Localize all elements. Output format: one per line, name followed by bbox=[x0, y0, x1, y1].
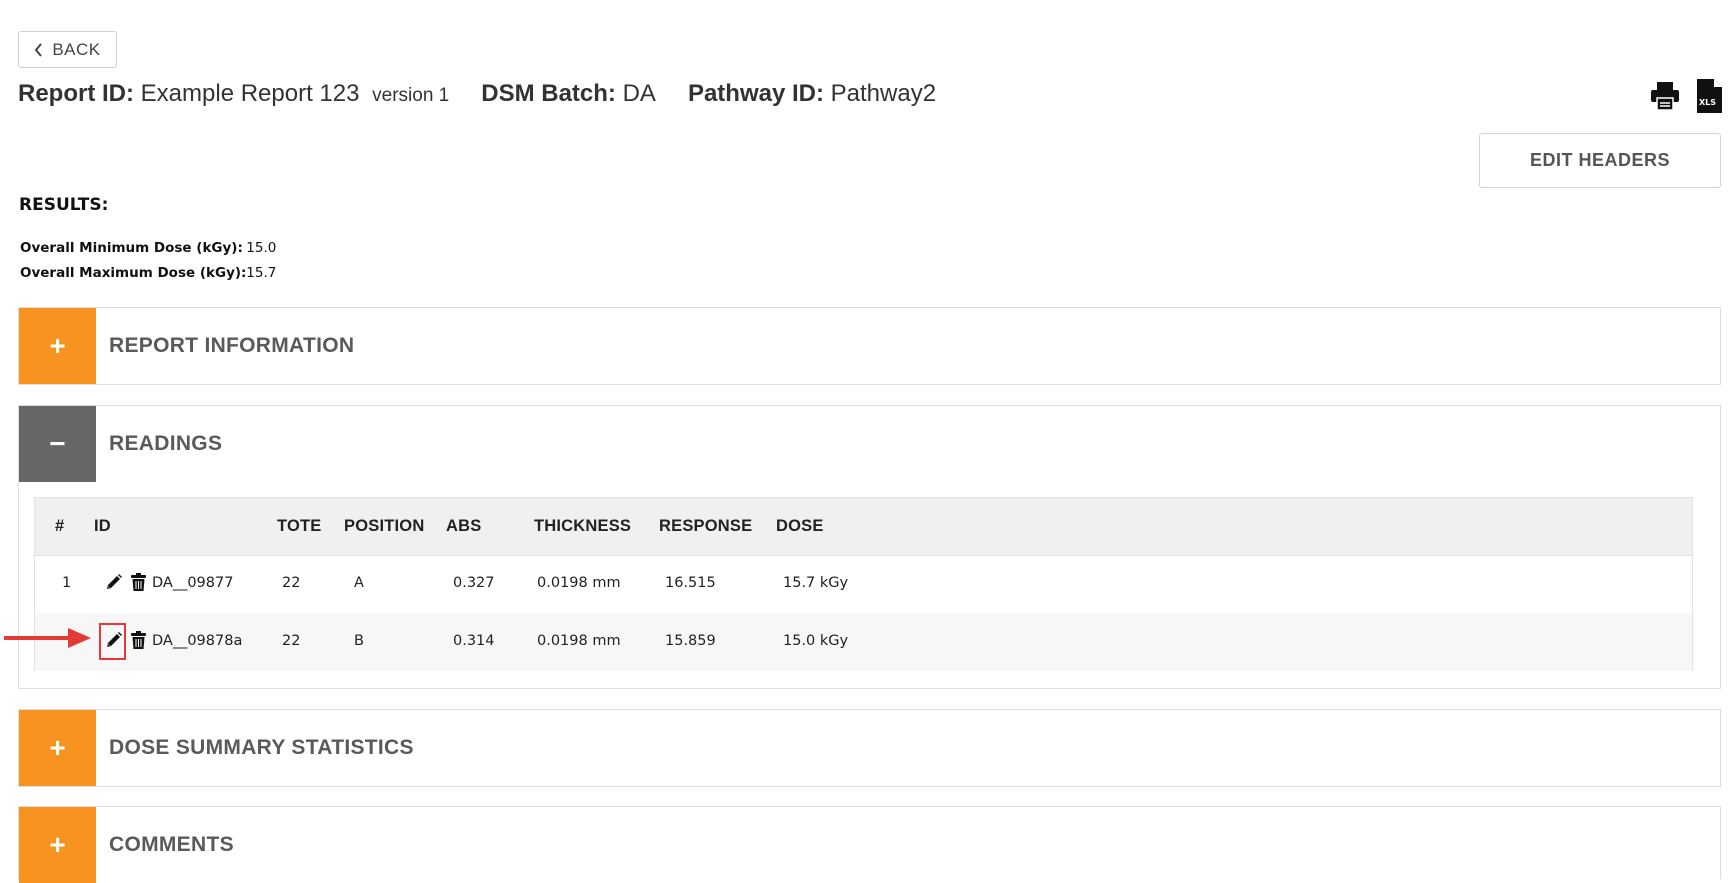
printer-icon[interactable] bbox=[1649, 80, 1681, 112]
readings-panel: − READINGS # ID TOTE POSITION ABS THICKN… bbox=[18, 405, 1721, 689]
min-dose-value: 15.0 bbox=[246, 240, 277, 256]
readings-table: # ID TOTE POSITION ABS THICKNESS RESPONS… bbox=[34, 497, 1693, 671]
annotation-arrow-icon bbox=[4, 628, 91, 648]
trash-icon[interactable] bbox=[131, 631, 146, 649]
readings-title: READINGS bbox=[109, 432, 223, 455]
xls-label: XLS bbox=[1699, 98, 1717, 107]
reading-thickness: 0.0198 mm bbox=[537, 633, 621, 649]
table-row: 1 DA__09877 22 A 0.327 0.0198 mm 16.515 … bbox=[35, 555, 1692, 613]
max-dose-value: 15.7 bbox=[246, 265, 277, 281]
back-button-label: BACK bbox=[52, 39, 101, 59]
col-thickness: THICKNESS bbox=[534, 517, 632, 535]
edit-headers-button[interactable]: EDIT HEADERS bbox=[1479, 133, 1721, 188]
readings-header[interactable]: − READINGS bbox=[19, 406, 1720, 482]
pencil-icon[interactable] bbox=[105, 631, 123, 649]
reading-thickness: 0.0198 mm bbox=[537, 575, 621, 591]
reading-tote: 22 bbox=[282, 633, 301, 649]
pathway-id: Pathway ID: Pathway2 bbox=[688, 80, 936, 108]
report-header: Report ID: Example Report 123 version 1 … bbox=[18, 80, 936, 108]
dose-summary-title: DOSE SUMMARY STATISTICS bbox=[109, 736, 414, 759]
col-response: RESPONSE bbox=[659, 517, 753, 535]
report-id-value: Example Report 123 bbox=[140, 80, 360, 107]
trash-icon[interactable] bbox=[131, 573, 146, 591]
max-dose-label: Overall Maximum Dose (kGy): bbox=[20, 265, 247, 281]
col-abs: ABS bbox=[446, 517, 482, 535]
dose-summary-header[interactable]: + DOSE SUMMARY STATISTICS bbox=[19, 710, 1720, 786]
col-dose: DOSE bbox=[776, 517, 824, 535]
results-title: RESULTS: bbox=[19, 195, 109, 215]
reading-dose: 15.0 kGy bbox=[783, 633, 849, 649]
comments-panel: + COMMENTS bbox=[18, 806, 1721, 883]
reading-id: DA__09878a bbox=[152, 633, 243, 649]
col-id: ID bbox=[94, 517, 111, 535]
reading-response: 16.515 bbox=[665, 575, 716, 591]
row-number: 1 bbox=[62, 575, 72, 591]
reading-response: 15.859 bbox=[665, 633, 716, 649]
comments-header[interactable]: + COMMENTS bbox=[19, 807, 1720, 883]
report-information-header[interactable]: + REPORT INFORMATION bbox=[19, 308, 1720, 384]
expand-icon[interactable]: + bbox=[19, 807, 96, 883]
report-information-title: REPORT INFORMATION bbox=[109, 334, 355, 357]
expand-icon[interactable]: + bbox=[19, 710, 96, 786]
reading-abs: 0.327 bbox=[453, 575, 495, 591]
min-dose-label: Overall Minimum Dose (kGy): bbox=[20, 240, 243, 256]
overall-min-dose: Overall Minimum Dose (kGy): 15.0 bbox=[20, 240, 276, 256]
back-button[interactable]: BACK bbox=[18, 31, 117, 68]
collapse-icon[interactable]: − bbox=[19, 406, 96, 482]
report-id-label: Report ID: bbox=[18, 80, 134, 107]
reading-abs: 0.314 bbox=[453, 633, 495, 649]
col-position: POSITION bbox=[344, 517, 425, 535]
pathway-id-value: Pathway2 bbox=[830, 80, 937, 107]
pencil-icon[interactable] bbox=[105, 573, 123, 591]
pathway-id-label: Pathway ID: bbox=[687, 80, 824, 107]
expand-icon[interactable]: + bbox=[19, 308, 96, 384]
overall-max-dose: Overall Maximum Dose (kGy): 15.7 bbox=[20, 265, 276, 281]
col-number: # bbox=[55, 517, 65, 535]
report-id: Report ID: Example Report 123 version 1 bbox=[18, 80, 449, 108]
reading-position: A bbox=[354, 575, 364, 591]
dsm-batch-value: DA bbox=[622, 80, 656, 107]
reading-dose: 15.7 kGy bbox=[783, 575, 849, 591]
dsm-batch: DSM Batch: DA bbox=[481, 80, 656, 108]
dose-summary-panel: + DOSE SUMMARY STATISTICS bbox=[18, 709, 1721, 787]
dsm-batch-label: DSM Batch: bbox=[481, 80, 616, 107]
reading-id: DA__09877 bbox=[152, 575, 234, 591]
comments-title: COMMENTS bbox=[109, 833, 234, 856]
reading-tote: 22 bbox=[282, 575, 301, 591]
xls-export-icon[interactable]: XLS bbox=[1697, 79, 1722, 113]
reading-position: B bbox=[354, 633, 364, 649]
table-row: DA__09878a 22 B 0.314 0.0198 mm 15.859 1… bbox=[35, 613, 1692, 671]
report-version: version 1 bbox=[372, 85, 450, 106]
col-tote: TOTE bbox=[277, 517, 322, 535]
table-header: # ID TOTE POSITION ABS THICKNESS RESPONS… bbox=[35, 498, 1692, 556]
report-information-panel: + REPORT INFORMATION bbox=[18, 307, 1721, 385]
chevron-left-icon bbox=[35, 42, 43, 57]
